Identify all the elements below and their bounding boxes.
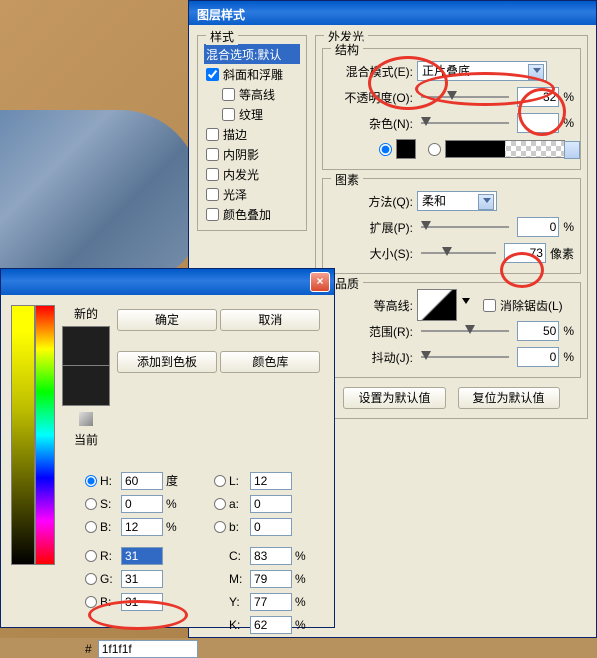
style-item-contour[interactable]: 等高线 bbox=[204, 84, 300, 104]
noise-input[interactable] bbox=[517, 113, 559, 133]
glow-color-swatch[interactable] bbox=[396, 139, 416, 159]
style-item-texture[interactable]: 纹理 bbox=[204, 104, 300, 124]
style-item-innerglow[interactable]: 内发光 bbox=[204, 164, 300, 184]
hex-input[interactable]: 1f1f1f bbox=[98, 640, 198, 658]
h-radio[interactable] bbox=[85, 475, 97, 487]
c-input[interactable]: 83 bbox=[250, 547, 292, 565]
l-radio[interactable] bbox=[214, 475, 226, 487]
style-item-stroke[interactable]: 描边 bbox=[204, 124, 300, 144]
quality-group: 品质 等高线: 消除锯齿(L) 范围(R): 50 % bbox=[322, 282, 581, 378]
range-input[interactable]: 50 bbox=[517, 321, 559, 341]
new-color-label: 新的 bbox=[61, 305, 111, 322]
color-picker-titlebar[interactable]: × bbox=[1, 269, 334, 295]
close-icon[interactable]: × bbox=[310, 272, 330, 292]
set-default-button[interactable]: 设置为默认值 bbox=[343, 387, 445, 409]
current-color-preview bbox=[62, 366, 110, 406]
elements-group: 图素 方法(Q): 柔和 扩展(P): 0 % 大小(S): 73 bbox=[322, 178, 581, 274]
noise-slider[interactable] bbox=[421, 114, 509, 132]
spread-input[interactable]: 0 bbox=[517, 217, 559, 237]
s-input[interactable]: 0 bbox=[121, 495, 163, 513]
k-input[interactable]: 62 bbox=[250, 616, 292, 634]
s-radio[interactable] bbox=[85, 498, 97, 510]
add-swatch-button[interactable]: 添加到色板 bbox=[117, 351, 217, 373]
bc-input[interactable]: 31 bbox=[121, 593, 163, 611]
range-slider[interactable] bbox=[421, 322, 509, 340]
lab-b-radio[interactable] bbox=[214, 521, 226, 533]
style-item-coloroverlay[interactable]: 颜色叠加 bbox=[204, 204, 300, 224]
spread-slider[interactable] bbox=[421, 218, 509, 236]
bv-input[interactable]: 12 bbox=[121, 518, 163, 536]
a-radio[interactable] bbox=[214, 498, 226, 510]
m-input[interactable]: 79 bbox=[250, 570, 292, 588]
current-color-label: 当前 bbox=[61, 431, 111, 448]
color-lib-button[interactable]: 颜色库 bbox=[220, 351, 320, 373]
outer-glow-group: 外发光 结构 混合模式(E): 正片叠底 不透明度(O): 32 % 杂色(N) bbox=[315, 35, 588, 419]
jitter-input[interactable]: 0 bbox=[517, 347, 559, 367]
styles-list: 样式 混合选项:默认 斜面和浮雕 等高线 纹理 描边 内阴影 内发光 光泽 颜色… bbox=[197, 35, 307, 231]
opacity-input[interactable]: 32 bbox=[517, 87, 559, 107]
antialias-checkbox[interactable] bbox=[483, 299, 496, 312]
b-radio[interactable] bbox=[85, 521, 97, 533]
glow-gradient-radio[interactable] bbox=[428, 143, 441, 156]
reset-default-button[interactable]: 复位为默认值 bbox=[458, 387, 560, 409]
saturation-value-box[interactable] bbox=[11, 305, 35, 565]
style-item-bevel[interactable]: 斜面和浮雕 bbox=[204, 64, 300, 84]
g-input[interactable]: 31 bbox=[121, 570, 163, 588]
dialog-title[interactable]: 图层样式 bbox=[189, 1, 596, 25]
technique-select[interactable]: 柔和 bbox=[417, 191, 497, 211]
blend-mode-select[interactable]: 正片叠底 bbox=[417, 61, 547, 81]
cancel-button[interactable]: 取消 bbox=[220, 309, 320, 331]
color-picker-dialog: × 新的 当前 确定 取消 添加到色板 颜色库 H:60度 S:0% B:12% bbox=[0, 268, 335, 628]
blend-options-row[interactable]: 混合选项:默认 bbox=[204, 44, 300, 64]
glow-color-radio[interactable] bbox=[379, 143, 392, 156]
hex-label: # bbox=[85, 642, 92, 656]
r-input[interactable]: 31 bbox=[121, 547, 163, 565]
ok-button[interactable]: 确定 bbox=[117, 309, 217, 331]
y-input[interactable]: 77 bbox=[250, 593, 292, 611]
size-input[interactable]: 73 bbox=[504, 243, 546, 263]
style-item-innershadow[interactable]: 内阴影 bbox=[204, 144, 300, 164]
jitter-slider[interactable] bbox=[421, 348, 509, 366]
h-input[interactable]: 60 bbox=[121, 472, 163, 490]
a-input[interactable]: 0 bbox=[250, 495, 292, 513]
background-denim bbox=[0, 110, 200, 280]
opacity-slider[interactable] bbox=[421, 88, 509, 106]
cube-icon[interactable] bbox=[79, 412, 93, 426]
new-color-preview bbox=[62, 326, 110, 366]
bc-radio[interactable] bbox=[85, 596, 97, 608]
hue-strip[interactable] bbox=[35, 305, 55, 565]
l-input[interactable]: 12 bbox=[250, 472, 292, 490]
r-radio[interactable] bbox=[85, 550, 97, 562]
g-radio[interactable] bbox=[85, 573, 97, 585]
lab-b-input[interactable]: 0 bbox=[250, 518, 292, 536]
structure-group: 结构 混合模式(E): 正片叠底 不透明度(O): 32 % 杂色(N): bbox=[322, 48, 581, 170]
size-slider[interactable] bbox=[421, 244, 496, 262]
contour-picker[interactable] bbox=[417, 289, 457, 321]
glow-gradient[interactable] bbox=[445, 140, 565, 158]
style-item-satin[interactable]: 光泽 bbox=[204, 184, 300, 204]
